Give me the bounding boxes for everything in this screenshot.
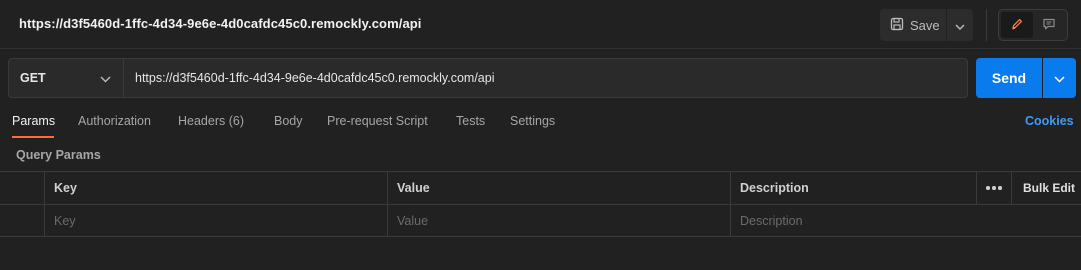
edit-mode-button[interactable] [1001,12,1033,38]
send-options-button[interactable] [1043,58,1076,98]
query-params-heading: Query Params [16,148,101,162]
pencil-icon [1010,17,1024,34]
tab-params[interactable]: Params [12,114,55,128]
comment-mode-button[interactable] [1033,12,1065,38]
query-params-table: Key Value Description Bulk Edit Key Valu… [0,171,1081,237]
tab-headers[interactable]: Headers (6) [178,114,244,128]
save-button[interactable]: Save [880,9,946,41]
table-row: Key Value Description [0,204,1081,237]
send-label: Send [991,70,1027,86]
view-mode-toggle [998,9,1068,41]
column-header-key: Key [44,172,388,204]
key-input[interactable]: Key [44,205,388,237]
more-horizontal-icon [986,186,1002,190]
tab-body[interactable]: Body [274,114,303,128]
method-select[interactable]: GET [8,58,124,98]
description-input[interactable]: Description [730,205,1081,237]
active-tab-indicator [12,136,54,138]
comment-icon [1042,17,1056,34]
request-title-bar: https://d3f5460d-1ffc-4d34-9e6e-4d0cafdc… [0,0,1081,49]
column-header-description: Description [730,172,976,204]
toolbar-divider [986,9,987,41]
more-options-button[interactable] [976,172,1012,204]
chevron-down-icon [100,72,111,86]
chevron-down-icon [955,18,965,33]
value-input[interactable]: Value [387,205,731,237]
request-title[interactable]: https://d3f5460d-1ffc-4d34-9e6e-4d0cafdc… [19,16,422,31]
row-checkbox-cell [0,205,44,237]
tab-settings[interactable]: Settings [510,114,555,128]
table-header-row: Key Value Description Bulk Edit [0,171,1081,204]
checkbox-column-header [0,172,44,204]
cookies-link[interactable]: Cookies [1025,114,1074,128]
method-label: GET [20,71,46,85]
tab-authorization[interactable]: Authorization [78,114,151,128]
save-icon [890,17,904,34]
chevron-down-icon [1054,71,1065,86]
url-input[interactable]: https://d3f5460d-1ffc-4d34-9e6e-4d0cafdc… [123,58,968,98]
save-label: Save [910,17,940,33]
tab-tests[interactable]: Tests [456,114,485,128]
column-header-value: Value [387,172,731,204]
save-options-button[interactable] [947,9,973,41]
url-text: https://d3f5460d-1ffc-4d34-9e6e-4d0cafdc… [135,71,495,85]
tab-pre-request-script[interactable]: Pre-request Script [327,114,428,128]
send-button[interactable]: Send [976,58,1042,98]
bulk-edit-button[interactable]: Bulk Edit [1023,181,1075,195]
